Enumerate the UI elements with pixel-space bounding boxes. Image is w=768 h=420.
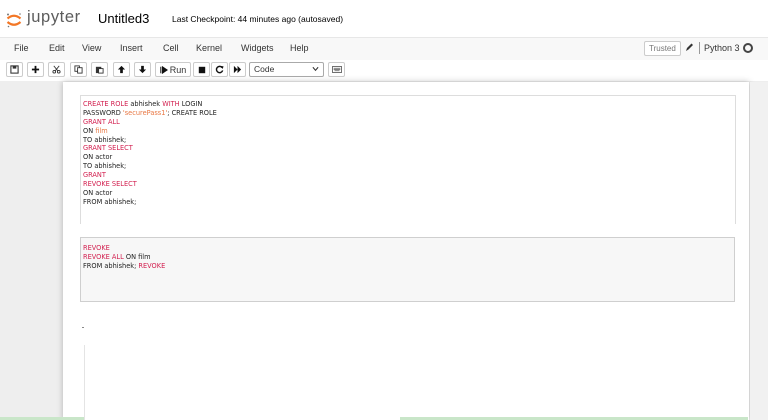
empty-cell-edge [84, 345, 85, 420]
code-token: abhishek [128, 100, 163, 108]
restart-icon [215, 65, 224, 74]
page-scrollbar[interactable] [750, 82, 768, 420]
sql-string: 'securePass1' [122, 108, 168, 117]
menu-edit[interactable]: Edit [49, 43, 65, 53]
kernel-divider [699, 42, 700, 54]
restart-run-all-button[interactable] [229, 62, 246, 77]
code-token: ; CREATE ROLE [167, 108, 217, 117]
empty-cell-marker[interactable] [82, 327, 84, 328]
code-line: TO abhishek; [83, 136, 217, 145]
menu-file[interactable]: File [14, 43, 29, 53]
paste-button[interactable] [91, 62, 108, 77]
run-button-label: Run [169, 64, 187, 75]
kernel-idle-icon [743, 43, 753, 53]
code-line: ON actor [83, 189, 217, 198]
run-icon [160, 65, 168, 74]
code-line: REVOKE ALL ON film [83, 253, 165, 262]
code-token: ON actor [83, 188, 113, 197]
code-line: ON actor [83, 153, 217, 162]
command-palette-button[interactable] [328, 62, 345, 77]
trusted-indicator[interactable]: Trusted [644, 41, 681, 56]
move-up-icon [117, 65, 126, 74]
code-line: ON film [83, 127, 217, 136]
sql-keyword: GRANT ALL [83, 117, 120, 126]
sql-string: film [95, 126, 108, 135]
sql-keyword: GRANT SELECT [83, 144, 133, 153]
notebook-header: jupyter Untitled3 Last Checkpoint: 44 mi… [0, 0, 768, 37]
code-token: ON film [123, 252, 151, 261]
keyboard-icon [331, 66, 342, 73]
kernel-name[interactable]: Python 3 [704, 43, 740, 53]
code-line: FROM abhishek; [83, 198, 217, 207]
menu-view[interactable]: View [82, 43, 101, 53]
jupyter-logo[interactable]: jupyter [6, 8, 88, 31]
stop-icon [198, 66, 205, 73]
code-editor[interactable]: CREATE ROLE abhishek WITH LOGIN PASSWORD … [83, 100, 217, 207]
cell-type-select[interactable]: Code [249, 62, 324, 77]
code-token: TO abhishek; [83, 135, 127, 144]
add-cell-button[interactable] [27, 62, 44, 77]
sql-keyword: CREATE ROLE [83, 100, 129, 108]
fast-forward-icon [233, 65, 242, 74]
notebook-name[interactable]: Untitled3 [98, 11, 149, 26]
sql-keyword: REVOKE [83, 244, 110, 252]
code-token: TO abhishek; [83, 162, 127, 171]
save-icon [10, 65, 19, 74]
cell-type-value: Code [254, 64, 275, 74]
jupyter-logo-icon [6, 13, 22, 28]
menu-kernel[interactable]: Kernel [196, 43, 222, 53]
move-down-icon [138, 65, 147, 74]
sql-keyword: REVOKE [138, 261, 166, 270]
code-editor[interactable]: REVOKE REVOKE ALL ON film FROM abhishek; R… [83, 244, 165, 271]
cut-icon [52, 65, 61, 74]
code-line: REVOKE [83, 244, 165, 253]
code-line: GRANT SELECT [83, 144, 217, 153]
code-line: CREATE ROLE abhishek WITH LOGIN [83, 100, 217, 109]
copy-icon [74, 65, 83, 74]
sql-keyword: GRANT [83, 171, 106, 180]
add-cell-icon [31, 65, 40, 74]
sql-keyword: WITH [162, 100, 180, 108]
notebook-toolbar: Run Code [0, 60, 768, 81]
menu-bar: File Edit View Insert Cell Kernel Widget… [0, 37, 768, 61]
pencil-icon[interactable] [684, 41, 694, 53]
cut-button[interactable] [48, 62, 65, 77]
stop-button[interactable] [193, 62, 210, 77]
code-line: GRANT ALL [83, 118, 217, 127]
chevron-down-icon [312, 66, 319, 72]
run-button[interactable]: Run [155, 62, 191, 77]
code-line: GRANT [83, 171, 217, 180]
copy-button[interactable] [70, 62, 87, 77]
code-token: PASSWORD [83, 108, 123, 117]
menu-insert[interactable]: Insert [120, 43, 143, 53]
checkpoint-status: Last Checkpoint: 44 minutes ago (autosav… [172, 14, 344, 24]
sql-keyword: REVOKE ALL [83, 252, 124, 261]
menu-cell[interactable]: Cell [163, 43, 179, 53]
code-token: LOGIN [179, 100, 203, 108]
code-token: FROM abhishek; [83, 197, 137, 206]
menu-help[interactable]: Help [290, 43, 309, 53]
code-line: FROM abhishek; REVOKE [83, 262, 165, 271]
save-button[interactable] [6, 62, 23, 77]
code-line: PASSWORD 'securePass1'; CREATE ROLE [83, 109, 217, 118]
code-token: FROM abhishek; [83, 261, 139, 270]
move-up-button[interactable] [113, 62, 130, 77]
sql-keyword: REVOKE SELECT [83, 180, 137, 189]
code-token: ON actor [83, 153, 113, 162]
jupyter-logo-text: jupyter [27, 8, 81, 26]
code-cell[interactable]: REVOKE REVOKE ALL ON film FROM abhishek; R… [80, 237, 735, 302]
restart-button[interactable] [211, 62, 228, 77]
code-line: TO abhishek; [83, 162, 217, 171]
move-down-button[interactable] [134, 62, 151, 77]
menu-widgets[interactable]: Widgets [241, 43, 274, 53]
code-cell[interactable]: CREATE ROLE abhishek WITH LOGIN PASSWORD … [80, 95, 736, 224]
code-line: REVOKE SELECT [83, 180, 217, 189]
paste-icon [95, 66, 104, 74]
code-token: ON [83, 126, 96, 135]
